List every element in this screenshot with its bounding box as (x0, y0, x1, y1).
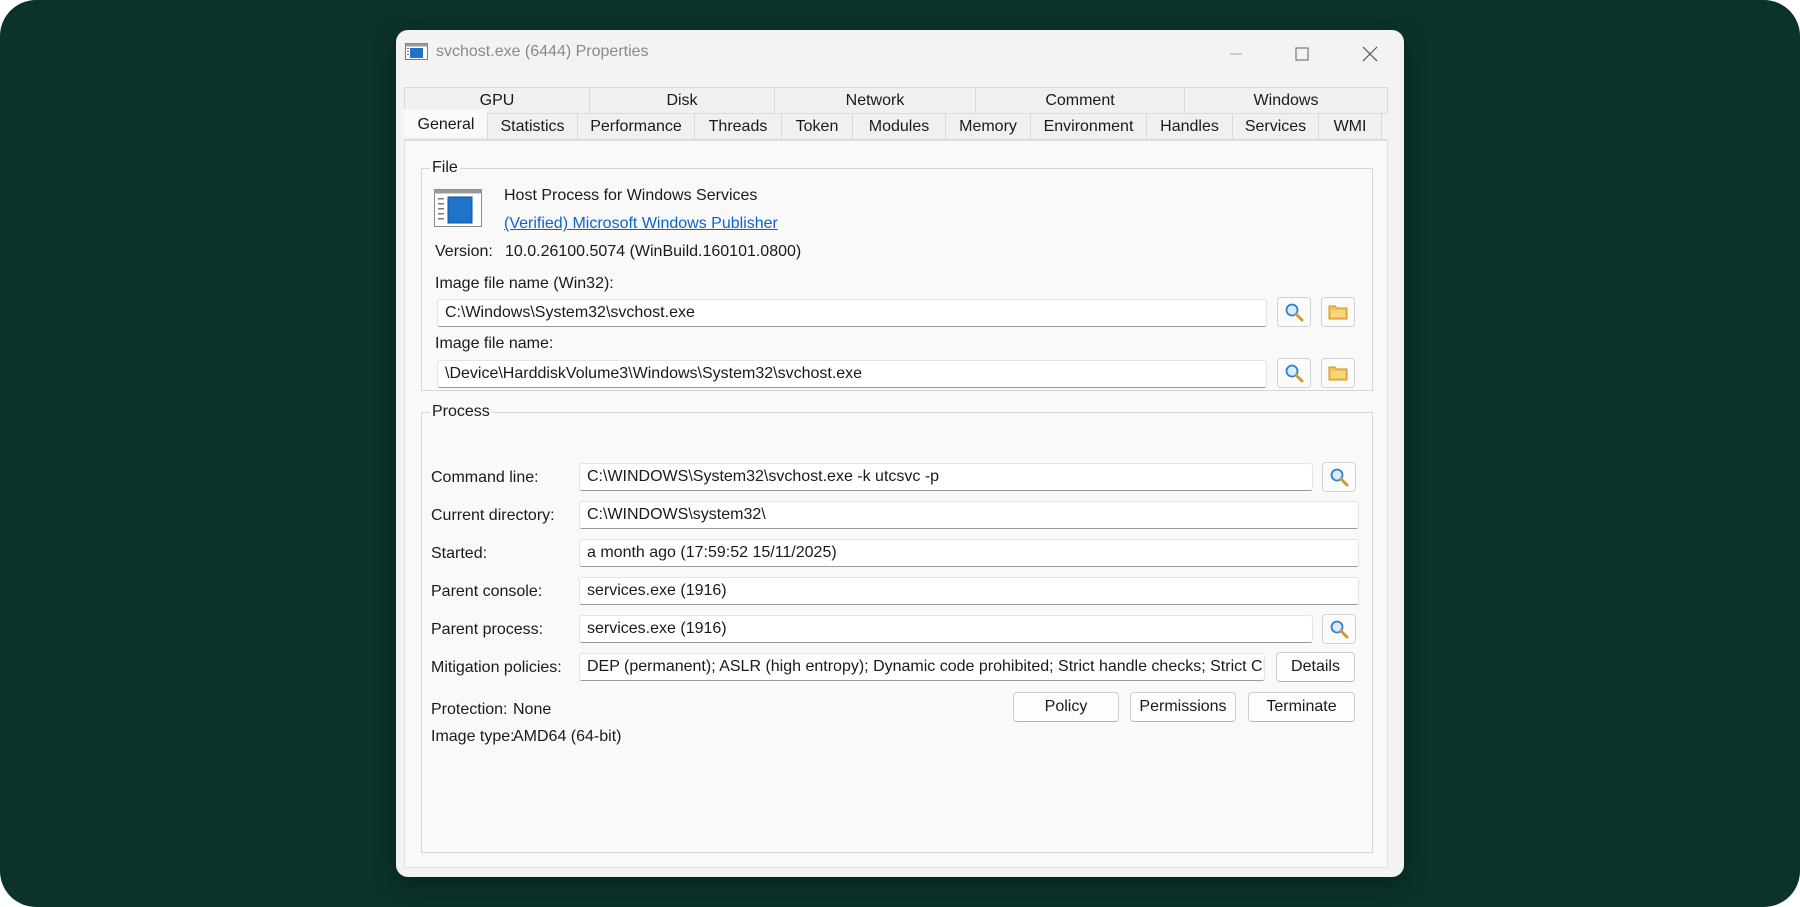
tab-threads[interactable]: Threads (694, 113, 782, 139)
parent-process-search-button[interactable] (1322, 614, 1356, 644)
window-app-icon (434, 189, 482, 227)
folder-icon (1328, 305, 1348, 320)
tab-comment[interactable]: Comment (975, 87, 1185, 113)
tab-row-bottom: General Statistics Performance Threads T… (404, 109, 1387, 140)
magnifier-icon (1285, 364, 1304, 383)
tab-disk[interactable]: Disk (589, 87, 775, 113)
window-title: svchost.exe (6444) Properties (436, 43, 649, 60)
general-tab-page: File Host Process for Windows Services (… (404, 140, 1388, 868)
title-bar[interactable]: svchost.exe (6444) Properties (396, 30, 1404, 74)
current-directory-label: Current directory: (431, 507, 555, 524)
command-line-search-button[interactable] (1322, 462, 1356, 492)
version-label: Version: (435, 243, 493, 260)
terminate-button[interactable]: Terminate (1248, 692, 1355, 722)
command-line-label: Command line: (431, 469, 539, 486)
magnifier-icon (1285, 303, 1304, 322)
maximize-icon (1295, 47, 1309, 61)
file-group-legend: File (432, 159, 458, 176)
image-folder-button[interactable] (1321, 358, 1355, 388)
publisher-link[interactable]: (Verified) Microsoft Windows Publisher (504, 215, 778, 233)
magnifier-icon (1330, 620, 1349, 639)
minimize-icon (1230, 53, 1242, 55)
tab-environment[interactable]: Environment (1030, 113, 1147, 139)
close-icon (1362, 46, 1378, 62)
properties-window: svchost.exe (6444) Properties GPU Disk N… (396, 30, 1404, 877)
image-search-button[interactable] (1277, 358, 1311, 388)
tab-modules[interactable]: Modules (852, 113, 946, 139)
parent-console-label: Parent console: (431, 583, 543, 600)
image-type-value: AMD64 (64-bit) (513, 728, 622, 745)
protection-label: Protection: (431, 701, 508, 718)
current-directory-field[interactable]: C:\WINDOWS\system32\ (579, 501, 1359, 529)
image-label: Image file name: (435, 335, 554, 352)
tab-network[interactable]: Network (774, 87, 976, 113)
started-field[interactable]: a month ago (17:59:52 15/11/2025) (579, 539, 1359, 567)
parent-process-label: Parent process: (431, 621, 544, 638)
process-group-legend: Process (432, 403, 490, 420)
started-label: Started: (431, 545, 488, 562)
version-value: 10.0.26100.5074 (WinBuild.160101.0800) (505, 243, 802, 260)
tab-memory[interactable]: Memory (945, 113, 1031, 139)
protection-value: None (513, 701, 552, 718)
image-field[interactable]: \Device\HarddiskVolume3\Windows\System32… (437, 360, 1267, 388)
tab-handles[interactable]: Handles (1146, 113, 1233, 139)
policy-button[interactable]: Policy (1013, 692, 1119, 722)
tab-performance[interactable]: Performance (577, 113, 695, 139)
image-win32-search-button[interactable] (1277, 297, 1311, 327)
command-line-field[interactable]: C:\WINDOWS\System32\svchost.exe -k utcsv… (579, 463, 1313, 491)
file-description: Host Process for Windows Services (504, 187, 758, 204)
image-win32-field[interactable]: C:\Windows\System32\svchost.exe (437, 299, 1267, 327)
tab-wmi[interactable]: WMI (1318, 113, 1382, 139)
maximize-button[interactable] (1279, 39, 1325, 69)
tab-statistics[interactable]: Statistics (487, 113, 578, 139)
magnifier-icon (1330, 468, 1349, 487)
image-win32-folder-button[interactable] (1321, 297, 1355, 327)
tab-token[interactable]: Token (781, 113, 853, 139)
details-button[interactable]: Details (1276, 652, 1355, 682)
close-button[interactable] (1347, 39, 1393, 69)
image-win32-label: Image file name (Win32): (435, 275, 614, 292)
mitigation-policies-label: Mitigation policies: (431, 659, 562, 676)
parent-process-field[interactable]: services.exe (1916) (579, 615, 1313, 643)
window-app-icon (405, 43, 428, 60)
image-type-label: Image type: (431, 728, 515, 745)
tab-general[interactable]: General (404, 109, 488, 137)
minimize-button[interactable] (1213, 39, 1259, 69)
mitigation-policies-field[interactable]: DEP (permanent); ASLR (high entropy); Dy… (579, 653, 1265, 681)
permissions-button[interactable]: Permissions (1130, 692, 1236, 722)
parent-console-field[interactable]: services.exe (1916) (579, 577, 1359, 605)
tab-row-top: GPU Disk Network Comment Windows (404, 87, 1388, 114)
tab-windows[interactable]: Windows (1184, 87, 1388, 113)
folder-icon (1328, 366, 1348, 381)
tab-services[interactable]: Services (1232, 113, 1319, 139)
